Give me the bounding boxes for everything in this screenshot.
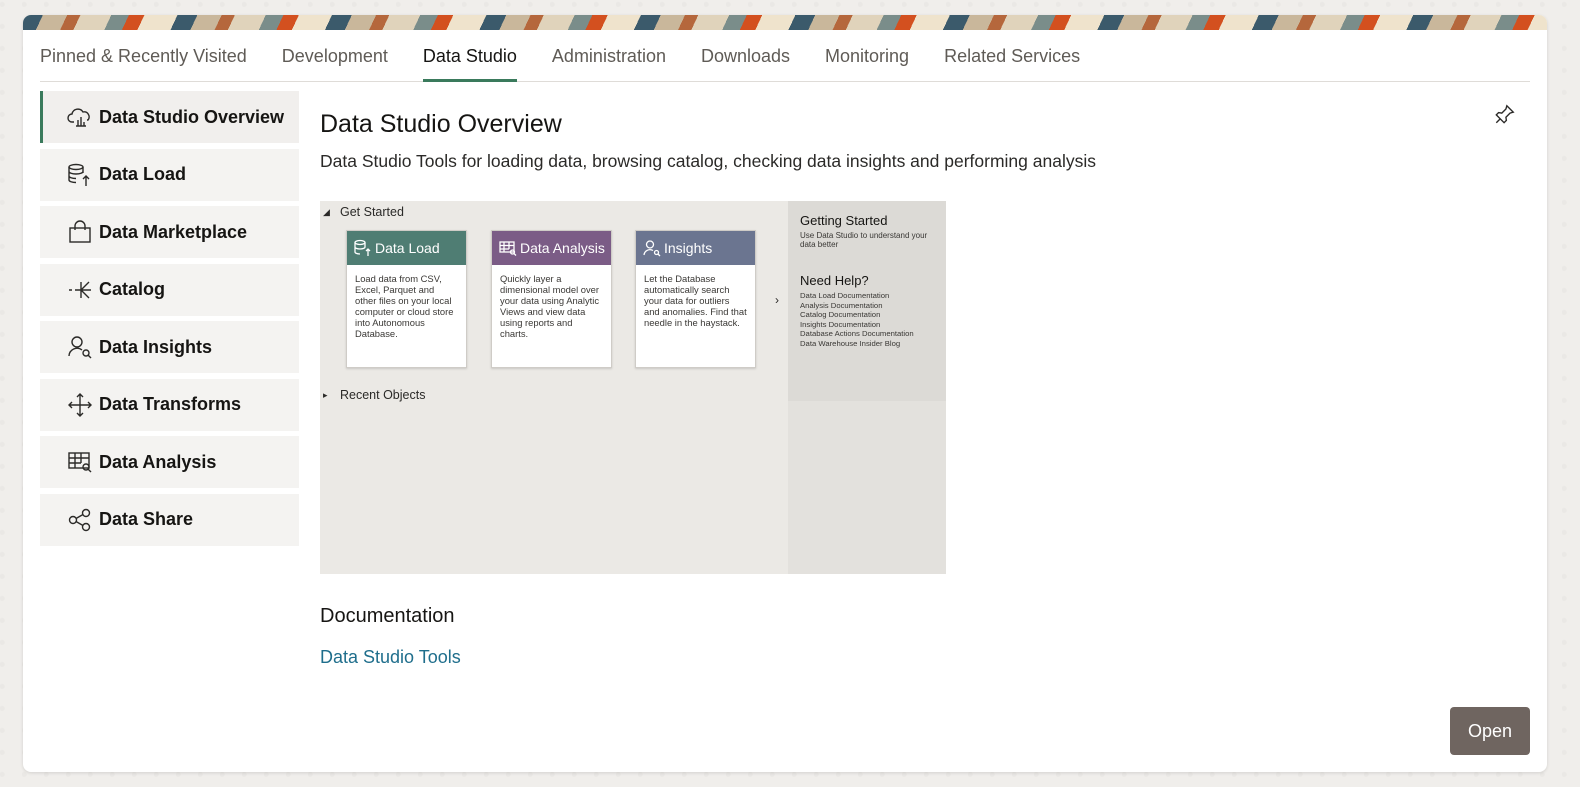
tile-title: Data Analysis xyxy=(520,240,605,256)
database-upload-icon xyxy=(67,162,95,188)
tile-body: Let the Database automatically search yo… xyxy=(644,273,747,328)
sidebar-item-data-load[interactable]: Data Load xyxy=(40,148,299,201)
sidebar-item-label: Data Studio Overview xyxy=(99,106,285,127)
chevron-right-icon: › xyxy=(775,293,779,307)
tab-bar: Pinned & Recently Visited Development Da… xyxy=(40,30,1530,82)
share-icon xyxy=(67,507,95,533)
overview-preview-image: ◢ Get Started Data Load Load data from C… xyxy=(320,201,946,574)
shopping-bag-icon xyxy=(67,219,95,245)
sidebar-item-label: Data Analysis xyxy=(99,451,217,472)
open-button[interactable]: Open xyxy=(1450,707,1530,755)
page-title: Data Studio Overview xyxy=(320,110,562,138)
tab-pinned[interactable]: Pinned & Recently Visited xyxy=(40,46,247,81)
caret-down-icon: ◢ xyxy=(323,207,330,217)
decorative-banner xyxy=(23,15,1547,30)
pin-icon[interactable] xyxy=(1494,103,1520,129)
tile-title: Data Load xyxy=(375,240,440,256)
help-link: Catalog Documentation xyxy=(800,310,881,319)
cloud-chart-icon xyxy=(67,104,95,130)
tile-data-load: Data Load Load data from CSV, Excel, Par… xyxy=(346,230,467,368)
tab-administration[interactable]: Administration xyxy=(552,46,666,81)
catalog-icon xyxy=(67,277,95,303)
tile-data-analysis: Data Analysis Quickly layer a dimensiona… xyxy=(491,230,612,368)
help-links-list: Data Load Documentation Analysis Documen… xyxy=(800,291,914,348)
database-upload-icon xyxy=(354,239,371,256)
help-link: Data Warehouse Insider Blog xyxy=(800,338,901,348)
tile-body: Load data from CSV, Excel, Parquet and o… xyxy=(355,273,454,339)
caret-right-icon: ▸ xyxy=(323,390,328,400)
preview-side-panel: Getting Started Use Data Studio to under… xyxy=(788,201,946,574)
sidebar-item-label: Data Transforms xyxy=(99,394,242,414)
page-subtitle: Data Studio Tools for loading data, brow… xyxy=(320,151,1096,171)
documentation-link[interactable]: Data Studio Tools xyxy=(320,647,461,668)
side-panel-lower xyxy=(788,401,946,574)
sidebar-item-label: Catalog xyxy=(99,279,166,299)
sidebar-item-label: Data Marketplace xyxy=(99,221,248,242)
help-link: Analysis Documentation xyxy=(800,300,883,310)
table-search-icon xyxy=(499,241,517,256)
need-help-title: Need Help? xyxy=(800,273,869,288)
tile-title: Insights xyxy=(664,240,713,256)
sidebar-item-data-transforms[interactable]: Data Transforms xyxy=(40,378,299,431)
table-search-icon xyxy=(67,449,95,475)
tile-header: Insights xyxy=(636,231,755,265)
tab-data-studio[interactable]: Data Studio xyxy=(422,46,517,82)
tile-header: Data Load xyxy=(347,231,466,265)
getting-started-title: Getting Started xyxy=(800,213,888,228)
sidebar: Data Studio Overview Data Load Data Mark… xyxy=(40,91,299,551)
recent-objects-label: Recent Objects xyxy=(340,388,426,402)
sidebar-item-label: Data Insights xyxy=(99,336,213,357)
tile-insights: Insights Let the Database automatically … xyxy=(635,230,756,368)
help-link: Data Load Documentation xyxy=(800,291,890,300)
tab-monitoring[interactable]: Monitoring xyxy=(825,46,909,81)
documentation-heading: Documentation xyxy=(320,605,455,627)
help-link: Database Actions Documentation xyxy=(800,329,914,338)
sidebar-item-data-studio-overview[interactable]: Data Studio Overview xyxy=(40,91,299,143)
tab-development[interactable]: Development xyxy=(282,46,388,81)
launchpad-card: Pinned & Recently Visited Development Da… xyxy=(23,15,1547,772)
help-link: Insights Documentation xyxy=(800,319,881,329)
get-started-label: Get Started xyxy=(340,205,404,219)
tab-downloads[interactable]: Downloads xyxy=(701,46,790,81)
tile-header: Data Analysis xyxy=(492,231,611,265)
sidebar-item-label: Data Load xyxy=(99,164,187,184)
tile-body: Quickly layer a dimensional model over y… xyxy=(500,273,600,339)
sidebar-item-catalog[interactable]: Catalog xyxy=(40,263,299,316)
sidebar-item-data-insights[interactable]: Data Insights xyxy=(40,321,299,373)
sidebar-item-data-share[interactable]: Data Share xyxy=(40,493,299,546)
sidebar-item-data-marketplace[interactable]: Data Marketplace xyxy=(40,206,299,258)
move-arrows-icon xyxy=(67,392,95,418)
person-search-icon xyxy=(67,334,95,360)
preview-main-panel: ◢ Get Started Data Load Load data from C… xyxy=(320,201,788,574)
sidebar-item-data-analysis[interactable]: Data Analysis xyxy=(40,436,299,488)
person-search-icon xyxy=(643,240,661,257)
tab-related-services[interactable]: Related Services xyxy=(944,46,1080,81)
getting-started-subtitle: Use Data Studio to understand your data … xyxy=(800,231,928,249)
sidebar-item-label: Data Share xyxy=(99,509,194,529)
